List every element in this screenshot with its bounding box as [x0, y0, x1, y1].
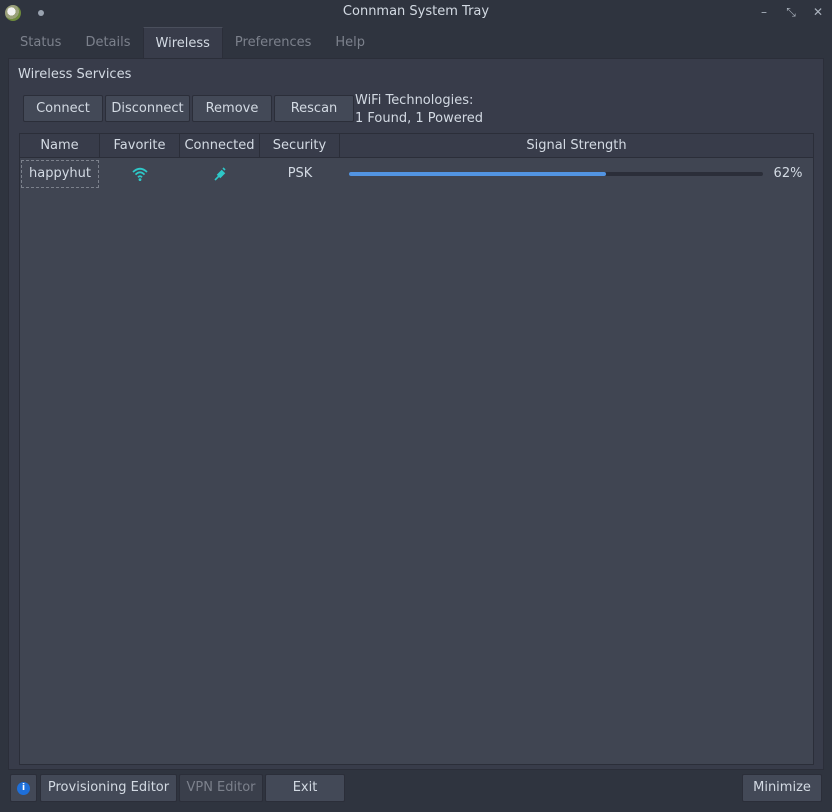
remove-button[interactable]: Remove	[192, 95, 272, 122]
provisioning-editor-button[interactable]: Provisioning Editor	[40, 774, 177, 802]
connect-button[interactable]: Connect	[23, 95, 103, 122]
title-bar: Connman System Tray – ⤡ ✕	[0, 0, 832, 26]
service-name[interactable]: happyhut	[21, 160, 99, 188]
connected-cell	[180, 159, 260, 189]
wireless-services-table[interactable]: Name Favorite Connected Security Signal …	[19, 133, 814, 765]
signal-strength-fill	[349, 172, 606, 176]
column-header-signal-strength[interactable]: Signal Strength	[340, 134, 813, 158]
window-title: Connman System Tray	[342, 4, 490, 19]
signal-strength-label: 62%	[773, 166, 803, 181]
wifi-icon	[132, 167, 148, 181]
exit-button[interactable]: Exit	[265, 774, 345, 802]
column-header-security[interactable]: Security	[260, 134, 340, 158]
table-header: Name Favorite Connected Security Signal …	[20, 134, 813, 158]
connected-plug-icon	[214, 166, 226, 181]
rescan-button[interactable]: Rescan	[274, 95, 354, 122]
minimize-button[interactable]: Minimize	[742, 774, 822, 802]
tab-status[interactable]: Status	[8, 27, 73, 58]
wifi-technologies-info: WiFi Technologies: 1 Found, 1 Powered	[355, 92, 483, 128]
wireless-panel: Wireless Services Connect Disconnect Rem…	[8, 58, 824, 770]
column-header-favorite[interactable]: Favorite	[100, 134, 180, 158]
signal-strength-bar	[349, 172, 763, 176]
security-cell: PSK	[287, 166, 313, 181]
close-window-button[interactable]: ✕	[809, 3, 827, 21]
technologies-count: 1 Found, 1 Powered	[355, 111, 484, 126]
tab-preferences[interactable]: Preferences	[223, 27, 323, 58]
minimize-window-button[interactable]: –	[755, 3, 773, 21]
technologies-label: WiFi Technologies:	[355, 93, 474, 108]
table-row[interactable]: happyhut PSK 62%	[20, 159, 813, 189]
about-button[interactable]: i	[10, 774, 37, 802]
vpn-editor-button[interactable]: VPN Editor	[179, 774, 263, 802]
disconnect-button[interactable]: Disconnect	[105, 95, 190, 122]
tab-details[interactable]: Details	[73, 27, 142, 58]
info-icon: i	[17, 782, 30, 795]
tab-help[interactable]: Help	[323, 27, 377, 58]
column-header-name[interactable]: Name	[20, 134, 100, 158]
restore-window-button[interactable]: ⤡	[782, 3, 800, 21]
column-header-connected[interactable]: Connected	[180, 134, 260, 158]
section-title: Wireless Services	[18, 67, 132, 82]
favorite-cell	[100, 159, 180, 189]
tab-wireless[interactable]: Wireless	[142, 27, 223, 58]
tab-bar: Status Details Wireless Preferences Help	[8, 27, 377, 58]
